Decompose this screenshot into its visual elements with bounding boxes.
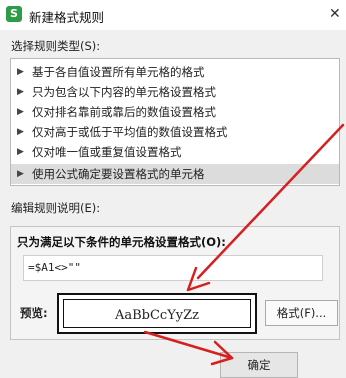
- rule-type-label: 选择规则类型(S):: [11, 39, 101, 53]
- edit-rule-label: 编辑规则说明(E):: [11, 201, 101, 215]
- rule-type-item[interactable]: ▶ 仅对排名靠前或靠后的数值设置格式: [11, 102, 339, 122]
- dialog-title: 新建格式规则: [29, 10, 105, 25]
- rule-type-item[interactable]: ▶ 仅对高于或低于平均值的数值设置格式: [11, 122, 339, 142]
- preview-box: AaBbCcYyZz: [57, 293, 257, 334]
- format-button[interactable]: 格式(F)...: [265, 300, 338, 326]
- triangle-right-icon: ▶: [17, 147, 24, 157]
- rule-type-item[interactable]: ▶ 只为包含以下内容的单元格设置格式: [11, 82, 339, 102]
- rule-type-item-label: 仅对唯一值或重复值设置格式: [32, 145, 182, 159]
- rule-type-list[interactable]: ▶ 基于各自值设置所有单元格的格式 ▶ 只为包含以下内容的单元格设置格式 ▶ 仅…: [10, 58, 340, 186]
- triangle-right-icon: ▶: [17, 67, 24, 77]
- preview-label: 预览:: [20, 306, 48, 320]
- formula-input[interactable]: =$A1<>"": [23, 255, 323, 281]
- rule-type-item-label: 使用公式确定要设置格式的单元格: [32, 167, 205, 181]
- triangle-right-icon: ▶: [17, 169, 24, 179]
- rule-type-item-label: 仅对高于或低于平均值的数值设置格式: [32, 125, 228, 139]
- wps-app-icon: S: [6, 6, 22, 22]
- rule-type-item-label: 仅对排名靠前或靠后的数值设置格式: [32, 105, 216, 119]
- triangle-right-icon: ▶: [17, 87, 24, 97]
- rule-type-item[interactable]: ▶ 基于各自值设置所有单元格的格式: [11, 62, 339, 82]
- triangle-right-icon: ▶: [17, 107, 24, 117]
- rule-type-item-label: 基于各自值设置所有单元格的格式: [32, 65, 205, 79]
- ok-button[interactable]: 确定: [220, 352, 298, 378]
- close-button[interactable]: ✕: [329, 3, 346, 25]
- triangle-right-icon: ▶: [17, 127, 24, 137]
- preview-text: AaBbCcYyZz: [63, 299, 251, 328]
- title-bar: S 新建格式规则 ✕: [0, 0, 346, 30]
- rule-type-item-selected[interactable]: ▶ 使用公式确定要设置格式的单元格: [11, 164, 339, 184]
- condition-title: 只为满足以下条件的单元格设置格式(O):: [17, 235, 226, 249]
- rule-type-item-label: 只为包含以下内容的单元格设置格式: [32, 85, 216, 99]
- rule-type-item[interactable]: ▶ 仅对唯一值或重复值设置格式: [11, 142, 339, 162]
